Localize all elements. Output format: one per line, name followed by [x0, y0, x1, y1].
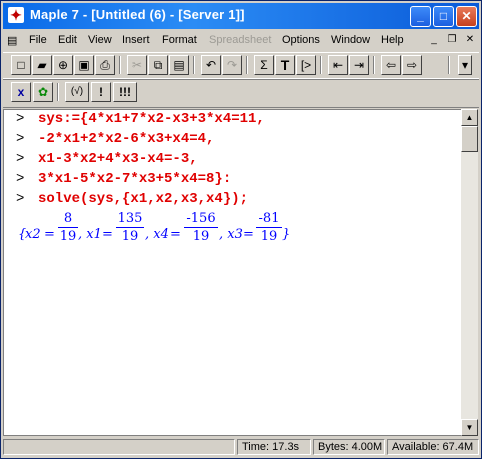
- fraction-denominator: 19: [121, 229, 139, 244]
- context-toolbar: x ✿ (√) ! !!!: [3, 78, 479, 108]
- prompt: >: [16, 131, 25, 147]
- mdi-close-button[interactable]: ✕: [463, 33, 477, 47]
- back-arrow-icon[interactable]: ⇦: [381, 55, 401, 75]
- output-fraction: 135 19: [116, 211, 144, 244]
- new-file-icon[interactable]: □: [11, 55, 31, 75]
- fraction-numerator: -156: [186, 211, 216, 226]
- prompt: >: [16, 171, 25, 187]
- toolbar-separator: [57, 83, 59, 101]
- fraction-numerator: 135: [117, 211, 143, 226]
- vertical-scrollbar[interactable]: ▲ ▼: [461, 109, 478, 436]
- insert-prompt-button[interactable]: [>: [296, 55, 316, 75]
- math-input-button[interactable]: Σ: [254, 55, 274, 75]
- status-bytes: Bytes: 4.00M: [313, 439, 385, 455]
- status-available: Available: 67.4M: [387, 439, 479, 455]
- copy-icon[interactable]: ⧉: [148, 55, 168, 75]
- indent-icon[interactable]: ⇥: [349, 55, 369, 75]
- status-time: Time: 17.3s: [237, 439, 311, 455]
- fraction-denominator: 19: [192, 229, 210, 244]
- input-line[interactable]: solve(sys,{x1,x2,x3,x4});: [38, 191, 248, 207]
- save-icon[interactable]: ▣: [74, 55, 94, 75]
- output-fraction: -81 19: [256, 211, 282, 244]
- input-line[interactable]: x1-3*x2+4*x3-x4=-3,: [38, 151, 198, 167]
- menu-edit[interactable]: Edit: [58, 34, 77, 46]
- toolbar-separator: [448, 56, 450, 74]
- fraction-bar: [184, 227, 218, 228]
- title-bar[interactable]: ✦ Maple 7 - [Untitled (6) - [Server 1]] …: [3, 3, 479, 29]
- cut-icon[interactable]: ✂: [127, 55, 147, 75]
- output-equals: =: [44, 227, 55, 242]
- input-line[interactable]: -2*x1+2*x2-6*x3+x4=4,: [38, 131, 214, 147]
- doc-menu-icon[interactable]: ▤: [7, 34, 17, 47]
- output-fraction: 8 19: [58, 211, 78, 244]
- maximize-button[interactable]: □: [433, 6, 454, 27]
- output-equals: =: [243, 227, 254, 242]
- toolbar-separator: [246, 56, 248, 74]
- mdi-minimize-button[interactable]: _: [427, 33, 441, 47]
- output-var: , x1: [78, 227, 102, 242]
- menu-options[interactable]: Options: [282, 34, 320, 46]
- toolbar-separator: [193, 56, 195, 74]
- output-var: , x4: [145, 227, 169, 242]
- fraction-bar: [256, 227, 282, 228]
- menu-window[interactable]: Window: [331, 34, 370, 46]
- main-toolbar: □ ▰ ⊕ ▣ ⎙ ✂ ⧉ ▤ ↶ ↷ Σ T [> ⇤ ⇥ ⇦ ⇨ ▾: [3, 52, 479, 80]
- input-line[interactable]: sys:={4*x1+7*x2-x3+3*x4=11,: [38, 111, 265, 127]
- menu-insert[interactable]: Insert: [122, 34, 150, 46]
- prompt: >: [16, 191, 25, 207]
- toolbar-separator: [373, 56, 375, 74]
- open-url-icon[interactable]: ⊕: [53, 55, 73, 75]
- execute-button[interactable]: !: [91, 82, 111, 102]
- output-fraction: -156 19: [184, 211, 218, 244]
- fraction-numerator: -81: [258, 211, 280, 226]
- execute-all-button[interactable]: !!!: [113, 82, 137, 102]
- mdi-restore-button[interactable]: ❐: [445, 33, 459, 47]
- menu-help[interactable]: Help: [381, 34, 404, 46]
- output-var: x2: [25, 227, 41, 242]
- fraction-denominator: 19: [59, 229, 77, 244]
- maple-leaf-icon[interactable]: ✦: [8, 7, 24, 23]
- window-title: Maple 7 - [Untitled (6) - [Server 1]]: [30, 7, 245, 22]
- input-line[interactable]: 3*x1-5*x2-7*x3+5*x4=8}:: [38, 171, 231, 187]
- fraction-denominator: 19: [260, 229, 278, 244]
- scroll-up-icon[interactable]: ▲: [461, 109, 478, 126]
- minimize-button[interactable]: _: [410, 6, 431, 27]
- output-equals: =: [170, 227, 181, 242]
- menu-spreadsheet[interactable]: Spreadsheet: [209, 34, 271, 46]
- fraction-bar: [58, 227, 78, 228]
- open-folder-icon[interactable]: ▰: [32, 55, 52, 75]
- menu-format[interactable]: Format: [162, 34, 197, 46]
- close-button[interactable]: ✕: [456, 6, 477, 27]
- prompt: >: [16, 151, 25, 167]
- undo-icon[interactable]: ↶: [201, 55, 221, 75]
- fraction-numerator: 8: [63, 211, 73, 226]
- redo-icon[interactable]: ↷: [222, 55, 242, 75]
- paste-icon[interactable]: ▤: [169, 55, 189, 75]
- outdent-icon[interactable]: ⇤: [328, 55, 348, 75]
- toolbar-separator: [119, 56, 121, 74]
- toolbar-separator: [320, 56, 322, 74]
- menu-view[interactable]: View: [88, 34, 112, 46]
- prompt: >: [16, 111, 25, 127]
- scroll-down-icon[interactable]: ▼: [461, 419, 478, 436]
- forward-arrow-icon[interactable]: ⇨: [402, 55, 422, 75]
- output-brace-close: }: [282, 227, 291, 242]
- worksheet-area[interactable]: > sys:={4*x1+7*x2-x3+3*x4=11, > -2*x1+2*…: [3, 109, 463, 436]
- fraction-bar: [116, 227, 144, 228]
- status-bar: Time: 17.3s Bytes: 4.00M Available: 67.4…: [3, 437, 479, 456]
- app-window: ✦ Maple 7 - [Untitled (6) - [Server 1]] …: [0, 0, 482, 459]
- output-equals: =: [102, 227, 113, 242]
- status-message: [3, 439, 235, 455]
- text-input-button[interactable]: T: [275, 55, 295, 75]
- maple-leaf-button-icon[interactable]: ✿: [33, 82, 53, 102]
- menu-file[interactable]: File: [29, 34, 47, 46]
- menu-bar: ▤ File Edit View Insert Format Spreadshe…: [3, 31, 479, 51]
- toolbar-scroll-icon[interactable]: ▾: [458, 55, 472, 75]
- output-var: , x3: [219, 227, 243, 242]
- x-variable-button[interactable]: x: [11, 82, 31, 102]
- print-icon[interactable]: ⎙: [95, 55, 115, 75]
- check-button[interactable]: (√): [65, 82, 89, 102]
- scroll-thumb[interactable]: [461, 126, 478, 152]
